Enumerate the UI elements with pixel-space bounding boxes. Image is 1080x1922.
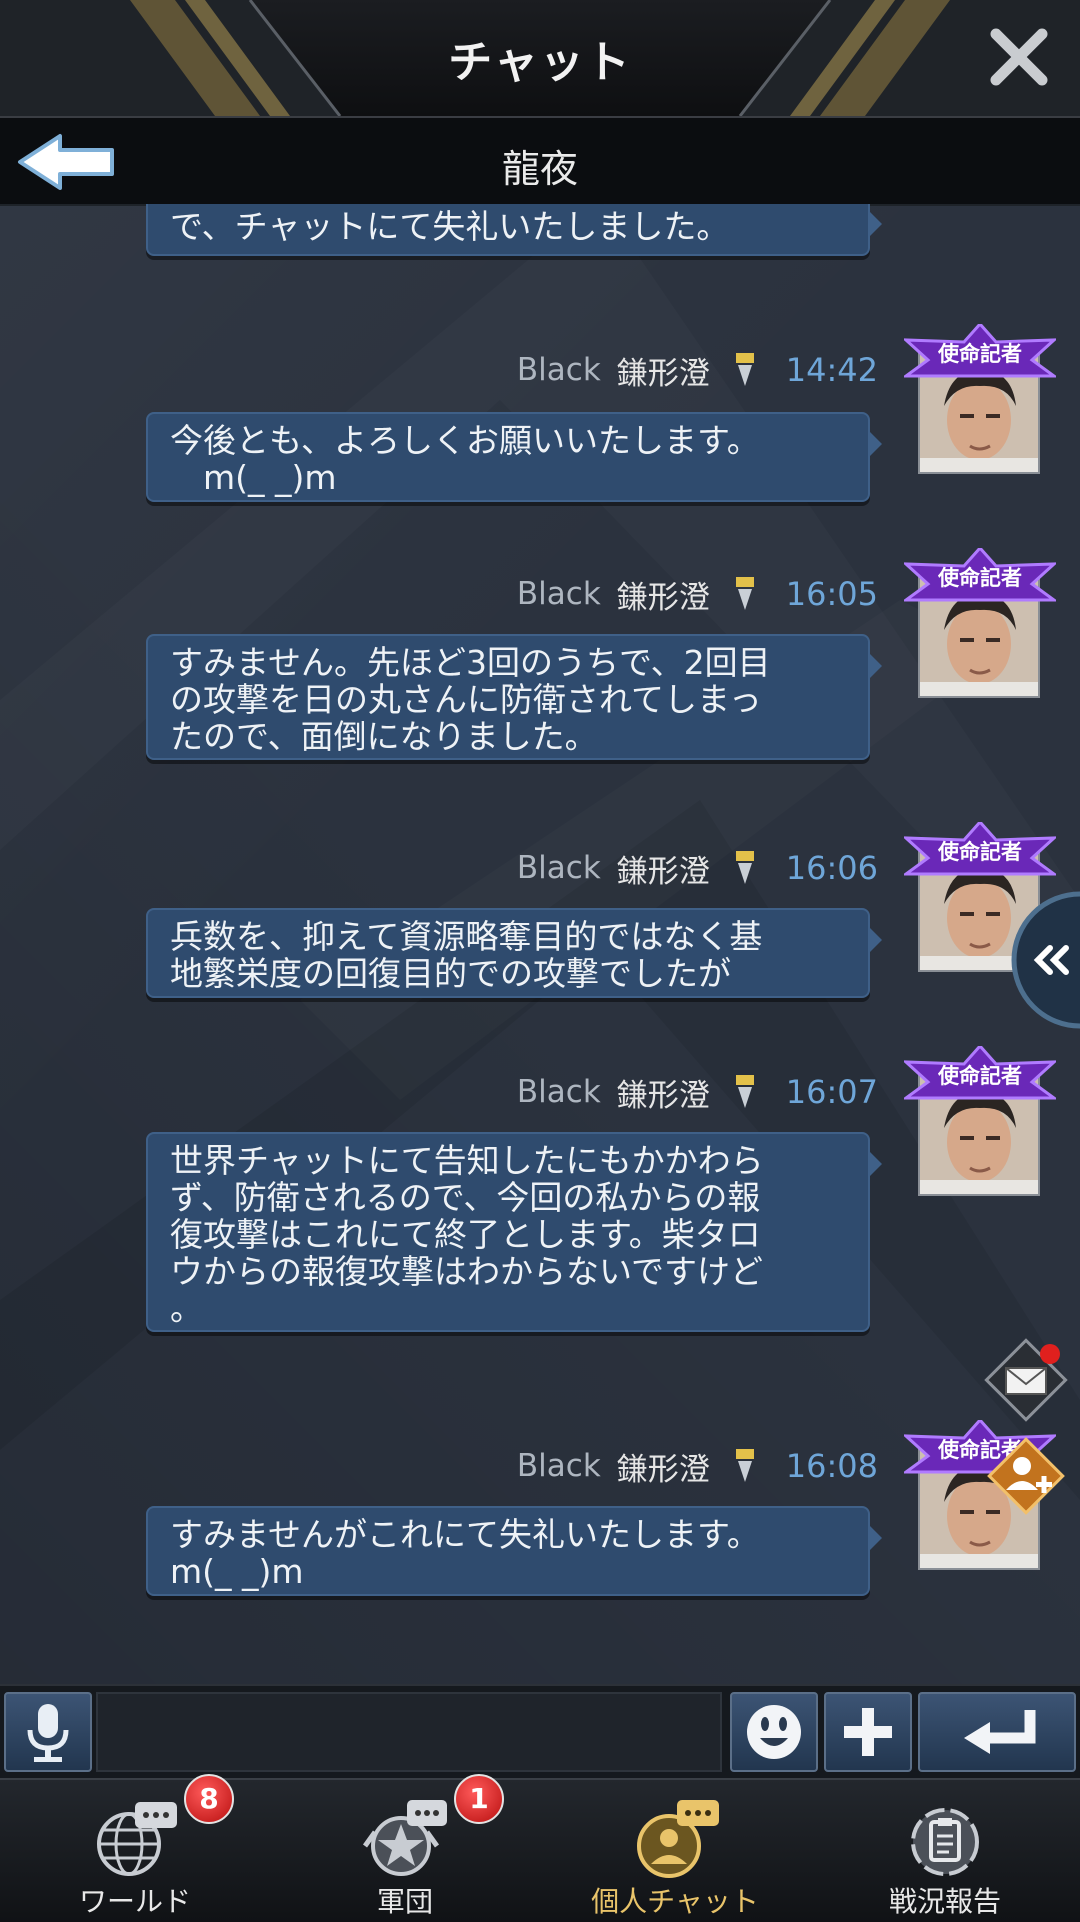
person-chat-icon xyxy=(637,1800,719,1878)
message-meta: Black 鎌形澄 16:05 xyxy=(517,572,878,616)
title-badge: 使命記者 xyxy=(901,1043,1059,1100)
plus-icon xyxy=(844,1708,892,1756)
sender-name: 鎌形澄 xyxy=(616,853,710,890)
message-input[interactable] xyxy=(96,1692,722,1772)
rank-icon xyxy=(735,353,754,386)
notification-badge: 1 xyxy=(454,1774,504,1824)
message-time: 16:07 xyxy=(785,1073,878,1111)
rank-icon xyxy=(735,1075,754,1108)
message-input-bar xyxy=(0,1684,1080,1778)
message-bubble: すみませんがこれにて失礼いたします。 m(_ _)m xyxy=(146,1506,882,1596)
message-meta: Black 鎌形澄 16:06 xyxy=(517,846,878,890)
mail-button[interactable] xyxy=(984,1338,1068,1422)
side-panel-toggle[interactable] xyxy=(1010,890,1080,1030)
message-bubble: 今後とも、よろしくお願いいたします。 m(_ _)m xyxy=(146,412,882,502)
microphone-icon xyxy=(27,1704,69,1762)
rank-icon xyxy=(735,577,754,610)
message-time: 16:06 xyxy=(785,849,878,887)
sender-avatar[interactable]: 使命記者 xyxy=(901,321,1059,474)
message-meta: Black 鎌形澄 14:42 xyxy=(517,348,878,392)
close-icon xyxy=(990,28,1048,86)
sender-name: 鎌形澄 xyxy=(616,579,710,616)
add-friend-button[interactable] xyxy=(986,1436,1066,1516)
nav-legion[interactable]: 1 軍団 xyxy=(270,1774,540,1922)
bottom-navigation: 8 ワールド 1 軍団 個人チャット 戦況報告 xyxy=(0,1774,1080,1922)
nav-personal-chat[interactable]: 個人チャット xyxy=(540,1780,810,1922)
message-time: 16:05 xyxy=(785,575,878,613)
sender-prefix: Black xyxy=(516,850,601,886)
conversation-header: 龍夜 xyxy=(0,118,1080,206)
nav-battle-report[interactable]: 戦況報告 xyxy=(810,1780,1080,1922)
title-bar: チャット xyxy=(0,0,1080,118)
close-button[interactable] xyxy=(986,24,1052,90)
star-chat-icon xyxy=(362,1800,447,1876)
sender-avatar[interactable]: 使命記者 xyxy=(901,545,1059,698)
smiley-icon xyxy=(747,1705,801,1759)
sender-prefix: Black xyxy=(516,576,601,612)
message-bubble: 兵数を、抑えて資源略奪目的ではなく基 地繁栄度の回復目的での攻撃でしたが xyxy=(146,908,882,998)
mail-icon xyxy=(984,1338,1068,1422)
sender-name: 鎌形澄 xyxy=(616,355,710,392)
sender-avatar[interactable]: 使命記者 xyxy=(901,1043,1059,1196)
nav-label: 軍団 xyxy=(376,1885,433,1918)
enter-icon xyxy=(964,1710,1036,1754)
double-chevron-left-icon xyxy=(1011,891,1080,1029)
globe-chat-icon xyxy=(97,1802,177,1876)
conversation-partner-name: 龍夜 xyxy=(501,147,578,191)
title-badge: 使命記者 xyxy=(901,321,1059,378)
sender-prefix: Black xyxy=(516,1074,601,1110)
sender-name: 鎌形澄 xyxy=(616,1077,710,1114)
message-time: 16:08 xyxy=(785,1447,878,1485)
title-badge: 使命記者 xyxy=(901,819,1059,876)
notification-badge: 8 xyxy=(184,1774,234,1824)
message-time: 14:42 xyxy=(785,351,878,389)
page-title: チャット xyxy=(448,37,632,88)
nav-label: 戦況報告 xyxy=(888,1885,1001,1918)
sender-name: 鎌形澄 xyxy=(616,1451,710,1488)
voice-input-button[interactable] xyxy=(4,1692,92,1772)
message-bubble: すみません。先ほど3回のうちで、2回目 の攻撃を日の丸さんに防衛されてしまっ た… xyxy=(146,634,882,760)
attach-button[interactable] xyxy=(824,1692,912,1772)
message-bubble: で、チャットにて失礼いたしました。 xyxy=(146,204,882,256)
nav-world[interactable]: 8 ワールド xyxy=(0,1774,270,1922)
message-bubble: 世界チャットにて告知したにもかかわら ず、防衛されるので、今回の私からの報 復攻… xyxy=(146,1132,882,1332)
sender-prefix: Black xyxy=(516,1448,601,1484)
rank-icon xyxy=(735,851,754,884)
message-meta: Black 鎌形澄 16:08 xyxy=(517,1444,878,1488)
nav-label: ワールド xyxy=(78,1885,191,1918)
sender-prefix: Black xyxy=(516,352,601,388)
report-icon xyxy=(911,1808,979,1876)
message-meta: Black 鎌形澄 16:07 xyxy=(517,1070,878,1114)
add-friend-icon xyxy=(987,1437,1065,1515)
rank-icon xyxy=(735,1449,754,1482)
send-button[interactable] xyxy=(918,1692,1076,1772)
emoji-button[interactable] xyxy=(730,1692,818,1772)
title-badge: 使命記者 xyxy=(901,545,1059,602)
message-list[interactable]: で、チャットにて失礼いたしました。 Black 鎌形澄 14:42 今後とも、よ… xyxy=(0,204,1080,1684)
nav-label: 個人チャット xyxy=(591,1885,759,1918)
